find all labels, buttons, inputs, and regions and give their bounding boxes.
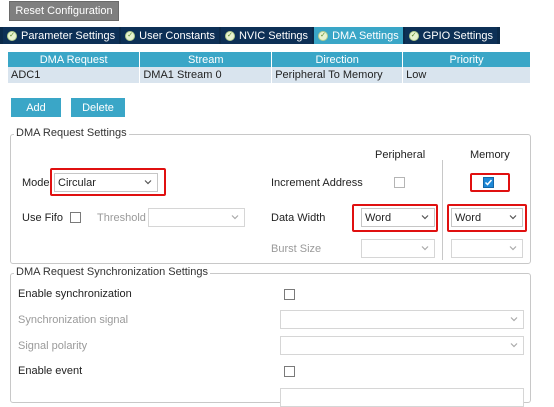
chevron-down-icon [421, 215, 429, 220]
group-title: DMA Request Settings [14, 127, 129, 139]
enable-sync-label: Enable synchronization [18, 288, 132, 300]
tab-nvic-settings[interactable]: ✓ NVIC Settings [220, 27, 315, 44]
threshold-select[interactable] [148, 208, 245, 227]
data-width-peripheral-value: Word [365, 211, 392, 224]
peripheral-header: Peripheral [375, 149, 426, 161]
reset-configuration-button[interactable]: Reset Configuration [9, 1, 119, 21]
cell-priority: Low [402, 67, 531, 83]
tab-bar: ✓ Parameter Settings ✓ User Constants ✓ … [0, 27, 500, 44]
threshold-label: Threshold [97, 212, 146, 224]
mode-select[interactable]: Circular [54, 173, 158, 192]
burst-size-label: Burst Size [271, 243, 322, 255]
enable-event-checkbox[interactable] [284, 366, 295, 377]
request-number-select[interactable] [280, 388, 524, 407]
chevron-down-icon [510, 317, 518, 322]
chevron-down-icon [509, 215, 517, 220]
tab-dma-settings[interactable]: ✓ DMA Settings [314, 27, 405, 44]
checkmark-icon [484, 179, 493, 186]
tab-label: User Constants [139, 29, 215, 42]
signal-polarity-select[interactable] [280, 336, 524, 355]
tab-parameter-settings[interactable]: ✓ Parameter Settings [3, 27, 122, 44]
column-header-stream[interactable]: Stream [139, 52, 273, 67]
chevron-down-icon [421, 246, 429, 251]
mode-label: Mode [22, 177, 50, 189]
cell-direction: Peripheral To Memory [271, 67, 404, 83]
table-row[interactable]: ADC1 DMA1 Stream 0 Peripheral To Memory … [8, 67, 531, 83]
increment-memory-checkbox[interactable] [483, 177, 494, 188]
use-fifo-label: Use Fifo [22, 212, 63, 224]
use-fifo-checkbox[interactable] [70, 212, 81, 223]
dma-request-table: DMA Request Stream Direction Priority AD… [8, 52, 531, 83]
data-width-peripheral-select[interactable]: Word [361, 208, 435, 227]
chevron-down-icon [144, 180, 152, 185]
chevron-down-icon [510, 343, 518, 348]
check-circle-icon: ✓ [318, 30, 329, 41]
chevron-down-icon [231, 215, 239, 220]
tab-label: GPIO Settings [422, 29, 494, 42]
delete-button[interactable]: Delete [71, 98, 125, 117]
right-margin [533, 0, 554, 400]
check-circle-icon: ✓ [224, 30, 235, 41]
burst-peripheral-select[interactable] [361, 239, 435, 258]
add-button[interactable]: Add [11, 98, 61, 117]
data-width-memory-select[interactable]: Word [451, 208, 523, 227]
column-header-priority[interactable]: Priority [402, 52, 531, 67]
tab-label: NVIC Settings [238, 29, 309, 42]
tab-label: Parameter Settings [21, 29, 116, 42]
group-title: DMA Request Synchronization Settings [14, 266, 210, 278]
mode-value: Circular [58, 176, 96, 189]
tab-gpio-settings[interactable]: ✓ GPIO Settings [404, 27, 500, 44]
column-header-direction[interactable]: Direction [271, 52, 404, 67]
data-width-memory-value: Word [455, 211, 482, 224]
burst-memory-select[interactable] [451, 239, 523, 258]
check-circle-icon: ✓ [408, 30, 419, 41]
column-header-dma-request[interactable]: DMA Request [8, 52, 141, 67]
sync-signal-select[interactable] [280, 310, 524, 329]
enable-sync-checkbox[interactable] [284, 289, 295, 300]
check-circle-icon: ✓ [7, 30, 17, 41]
signal-polarity-label: Signal polarity [18, 340, 88, 352]
check-circle-icon: ✓ [125, 30, 136, 41]
chevron-down-icon [509, 246, 517, 251]
increment-address-label: Increment Address [271, 177, 363, 189]
sync-signal-label: Synchronization signal [18, 314, 129, 326]
tab-label: DMA Settings [332, 29, 399, 42]
data-width-label: Data Width [271, 212, 326, 224]
increment-peripheral-checkbox[interactable] [394, 177, 405, 188]
column-separator [442, 160, 443, 260]
tab-user-constants[interactable]: ✓ User Constants [121, 27, 221, 44]
cell-stream: DMA1 Stream 0 [139, 67, 273, 83]
cell-dma-request: ADC1 [8, 67, 141, 83]
memory-header: Memory [470, 149, 510, 161]
enable-event-label: Enable event [18, 365, 83, 377]
